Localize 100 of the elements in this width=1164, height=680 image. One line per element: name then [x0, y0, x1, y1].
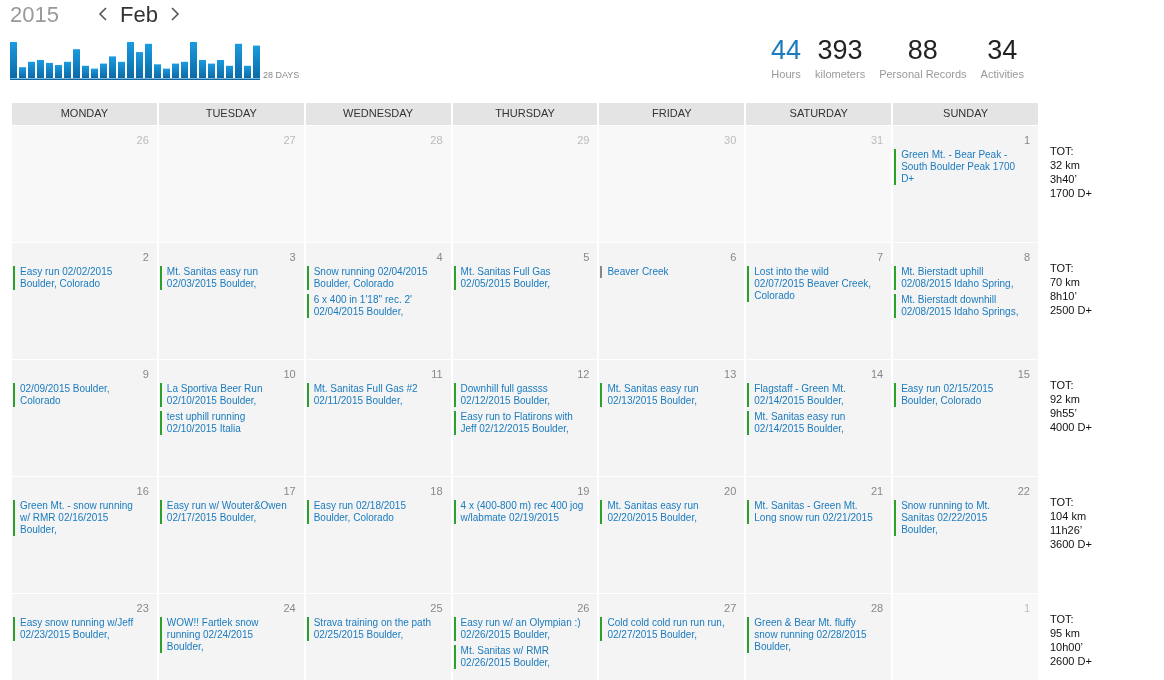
activity-link[interactable]: Easy run 02/02/2015 Boulder, Colorado [13, 266, 147, 290]
activity-link[interactable]: Easy run to Flatirons with Jeff 02/12/2015 Boulder, [453, 411, 588, 435]
day-number: 16 [136, 483, 149, 499]
day-number: 26 [136, 132, 149, 148]
activity-link[interactable]: Mt. Sanitas easy run 02/14/2015 Boulder, [747, 411, 882, 435]
activity-link[interactable]: Easy run 02/15/2015 Boulder, Colorado [894, 383, 1029, 407]
week-total-line: TOT: [1050, 494, 1075, 509]
activity-link[interactable]: Cold cold cold run run run, 02/27/2015 Boulder, [600, 617, 735, 641]
chart-caption: 28 DAYS [263, 68, 300, 82]
week-total-line: TOT: [1050, 260, 1075, 275]
activity-link[interactable]: Easy run w/ an Olympian :) 02/26/2015 Boulder, [453, 617, 588, 641]
activity-link[interactable]: Snow running to Mt. Sanitas 02/22/2015 Boulder, [894, 500, 1029, 536]
day-number: 23 [136, 600, 149, 616]
week-total-line: TOT: [1050, 377, 1075, 392]
stat-label: Activities [980, 67, 1024, 82]
activity-link[interactable]: Easy run 02/18/2015 Boulder, Colorado [306, 500, 441, 524]
week-total-line: 2500 D+ [1050, 302, 1092, 317]
day-number: 19 [577, 483, 590, 499]
activity-link[interactable]: WOW!! Fartlek snow running 02/24/2015 Boulder, [159, 617, 294, 653]
weekday-header: TUESDAY [158, 102, 304, 125]
weekday-header: MONDAY [12, 102, 157, 125]
stat-value: 393 [817, 34, 863, 66]
weekday-header: THURSDAY [452, 102, 598, 125]
day-number: 11 [431, 366, 443, 382]
activity-link[interactable]: Mt. Bierstadt downhill 02/08/2015 Idaho Springs, [894, 294, 1029, 318]
day-number: 17 [283, 483, 296, 499]
day-number: 9 [142, 366, 149, 382]
day-number: 27 [283, 132, 296, 148]
activity-link[interactable]: 4 x (400-800 m) rec 400 jog w/labmate 02/19/2015 [453, 500, 588, 524]
day-number: 26 [577, 600, 590, 616]
day-number: 27 [724, 600, 737, 616]
activity-link[interactable]: Green Mt. - Bear Peak - South Boulder Peak 1700 D+ [894, 149, 1029, 185]
stat-label: Hours [771, 67, 801, 82]
activity-link[interactable]: Easy run w/ Wouter&Owen 02/17/2015 Boulder, [159, 500, 294, 524]
activity-link[interactable]: 02/09/2015 Boulder, Colorado [13, 383, 147, 407]
activity-link[interactable]: Mt. Bierstadt uphill 02/08/2015 Idaho Spring, [894, 266, 1029, 290]
day-number: 6 [730, 249, 737, 265]
day-number: 28 [430, 132, 443, 148]
weekday-header: WEDNESDAY [305, 102, 451, 125]
week-total-line: 10h00’ [1050, 639, 1085, 654]
day-number: 14 [870, 366, 884, 382]
activity-link[interactable]: Easy snow running w/Jeff 02/23/2015 Boulder, [13, 617, 147, 641]
activity-link[interactable]: Mt. Sanitas easy run 02/13/2015 Boulder, [600, 383, 735, 407]
activity-link[interactable]: Downhill full gassss 02/12/2015 Boulder, [453, 383, 588, 407]
weekday-header: FRIDAY [599, 102, 745, 125]
month-label: Feb [120, 0, 158, 29]
day-number: 12 [577, 366, 590, 382]
activity-link[interactable]: Strava training on the path 02/25/2015 Boulder, [306, 617, 441, 641]
weekday-header: SUNDAY [893, 102, 1038, 125]
year-label: 2015 [10, 0, 60, 29]
activity-link[interactable]: Mt. Sanitas easy run 02/20/2015 Boulder, [600, 500, 735, 524]
day-number: 31 [870, 132, 884, 148]
day-number: 1 [1023, 600, 1030, 616]
week-total-line: 92 km [1050, 391, 1081, 406]
activity-link[interactable]: Green Mt. - snow running w/ RMR 02/16/2015 Boulder, [13, 500, 147, 536]
week-total-line: 3h40’ [1050, 171, 1078, 186]
activity-link[interactable]: test uphill running 02/10/2015 Italia [159, 411, 294, 435]
previous-month-button[interactable] [98, 6, 108, 22]
week-total-line: 104 km [1050, 508, 1088, 523]
week-total-line: 95 km [1050, 625, 1081, 640]
activity-link[interactable]: La Sportiva Beer Run 02/10/2015 Boulder, [159, 383, 294, 407]
activity-link[interactable]: Mt. Sanitas - Green Mt. Long snow run 02/21/2015 [747, 500, 882, 524]
stat-value: 88 [907, 34, 938, 66]
chevron-left-icon [98, 6, 108, 22]
day-number: 2 [142, 249, 149, 265]
activity-link[interactable]: Mt. Sanitas Full Gas 02/05/2015 Boulder, [453, 266, 588, 290]
next-month-button[interactable] [169, 6, 180, 22]
week-total-line: 2600 D+ [1050, 653, 1092, 668]
chevron-right-icon [169, 6, 180, 22]
day-number: 13 [724, 366, 737, 382]
day-number: 28 [870, 600, 884, 616]
activity-link[interactable]: Green & Bear Mt. fluffy snow running 02/28/2015 Boulder, [747, 617, 882, 653]
day-number: 3 [289, 249, 296, 265]
week-total-line: 4000 D+ [1050, 419, 1092, 434]
week-total-line: 70 km [1050, 274, 1081, 289]
day-number: 24 [283, 600, 296, 616]
activity-link[interactable]: Mt. Sanitas easy run 02/03/2015 Boulder, [159, 266, 294, 290]
week-total-line: TOT: [1050, 611, 1075, 626]
day-number: 8 [1023, 249, 1030, 265]
activity-link[interactable]: Flagstaff - Green Mt. 02/14/2015 Boulder, [747, 383, 882, 407]
week-total-line: 11h26’ [1050, 522, 1084, 537]
day-number: 22 [1017, 483, 1030, 499]
activity-link[interactable]: 6 x 400 in 1'18'' rec. 2' 02/04/2015 Boulder, [306, 294, 441, 318]
day-number: 5 [583, 249, 590, 265]
stat-label: Personal Records [879, 67, 967, 82]
stat-value: 34 [987, 34, 1018, 66]
activity-link[interactable]: Beaver Creek [600, 266, 735, 278]
week-total-line: 3600 D+ [1050, 536, 1092, 551]
activity-link[interactable]: Mt. Sanitas Full Gas #2 02/11/2015 Boulder, [306, 383, 441, 407]
day-number: 4 [436, 249, 443, 265]
day-number: 21 [870, 483, 884, 499]
day-number: 10 [283, 366, 296, 382]
activity-link[interactable]: Snow running 02/04/2015 Boulder, Colorado [306, 266, 441, 290]
day-number: 18 [430, 483, 443, 499]
activity-link[interactable]: Lost into the wild 02/07/2015 Beaver Creek, Colorado [747, 266, 882, 302]
activity-link[interactable]: Mt. Sanitas w/ RMR 02/26/2015 Boulder, [453, 645, 588, 669]
day-number: 29 [577, 132, 590, 148]
day-number: 30 [724, 132, 737, 148]
day-number: 15 [1017, 366, 1030, 382]
stat-value: 44 [771, 34, 802, 66]
